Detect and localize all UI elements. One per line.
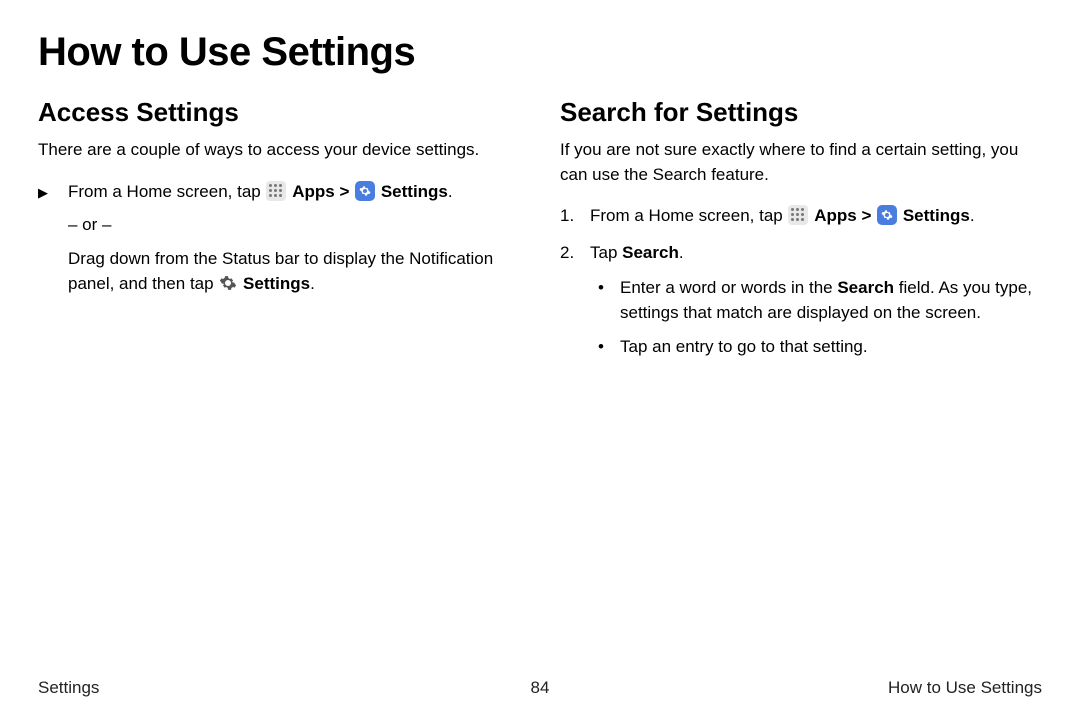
search-bullet-1: • Enter a word or words in the Search fi…: [620, 276, 1042, 325]
settings-blue-icon: [877, 205, 897, 225]
footer-left: Settings: [38, 678, 99, 698]
two-column-layout: Access Settings There are a couple of wa…: [38, 97, 1042, 370]
page-footer: Settings 84 How to Use Settings: [0, 678, 1080, 698]
access-settings-heading: Access Settings: [38, 97, 520, 128]
settings-gear-icon: [219, 274, 237, 300]
step-number-2: 2.: [560, 240, 574, 266]
access-alt-line: Drag down from the Status bar to display…: [68, 247, 520, 299]
left-column: Access Settings There are a couple of wa…: [38, 97, 520, 370]
search-step1: 1. From a Home screen, tap Apps > Settin…: [590, 203, 1042, 229]
apps-label: Apps: [814, 206, 857, 225]
triangle-icon: ▶: [38, 183, 48, 203]
bullet2-text: Tap an entry to go to that setting.: [620, 337, 868, 356]
page-title: How to Use Settings: [38, 30, 1042, 75]
access-step-line: ▶ From a Home screen, tap Apps > Setting…: [68, 179, 520, 205]
bullet-icon: •: [598, 335, 604, 360]
period: .: [448, 182, 453, 201]
settings-label: Settings: [381, 182, 448, 201]
search-step2-prefix: Tap: [590, 243, 622, 262]
period: .: [970, 206, 975, 225]
search-bullet-2: • Tap an entry to go to that setting.: [620, 335, 1042, 360]
apps-icon: [266, 181, 286, 201]
footer-page-number: 84: [531, 678, 550, 698]
search-settings-intro: If you are not sure exactly where to fin…: [560, 138, 1042, 187]
bullet-icon: •: [598, 276, 604, 301]
search-step2: 2. Tap Search.: [590, 240, 1042, 266]
right-column: Search for Settings If you are not sure …: [560, 97, 1042, 370]
access-settings-intro: There are a couple of ways to access you…: [38, 138, 520, 163]
settings-blue-icon: [355, 181, 375, 201]
search-step2-bold: Search: [622, 243, 679, 262]
caret-icon: >: [339, 182, 354, 201]
search-settings-heading: Search for Settings: [560, 97, 1042, 128]
apps-icon: [788, 205, 808, 225]
search-step2-period: .: [679, 243, 684, 262]
footer-right: How to Use Settings: [888, 678, 1042, 698]
apps-label: Apps: [292, 182, 335, 201]
caret-icon: >: [861, 206, 876, 225]
bullet1-bold: Search: [837, 278, 894, 297]
or-separator: – or –: [68, 215, 520, 235]
step-number-1: 1.: [560, 203, 574, 229]
alt-period: .: [310, 274, 315, 293]
search-step1-prefix: From a Home screen, tap: [590, 206, 787, 225]
alt-settings-label: Settings: [243, 274, 310, 293]
access-step-prefix: From a Home screen, tap: [68, 182, 265, 201]
settings-label: Settings: [903, 206, 970, 225]
bullet1-a: Enter a word or words in the: [620, 278, 837, 297]
